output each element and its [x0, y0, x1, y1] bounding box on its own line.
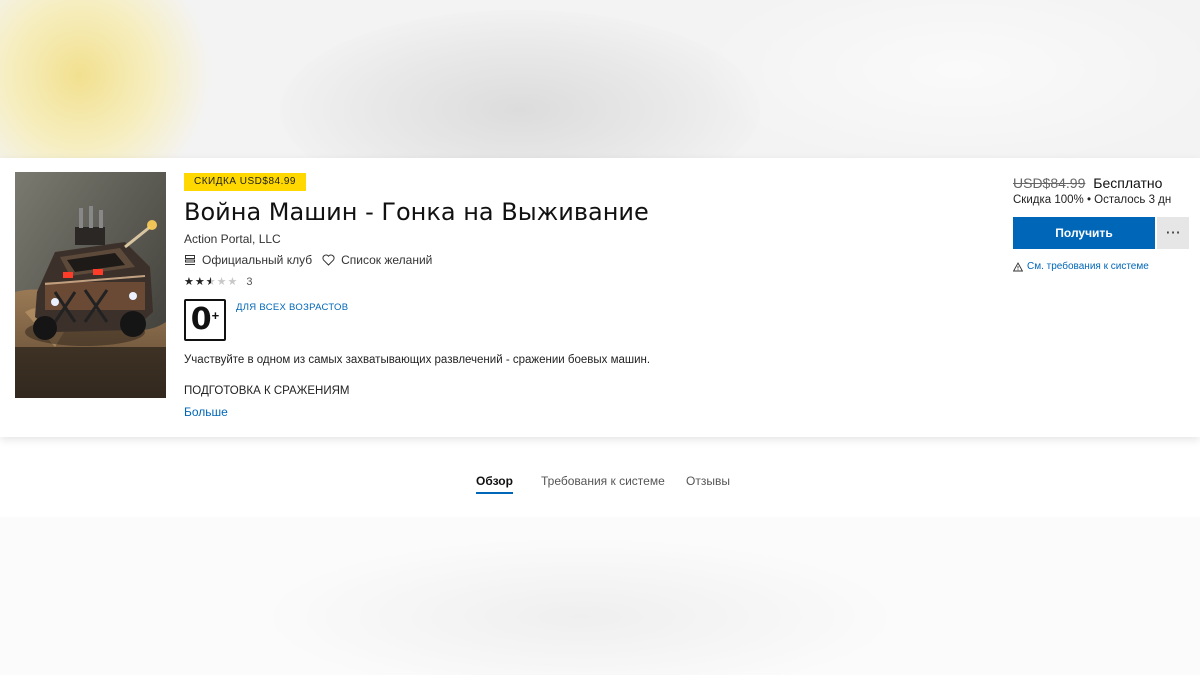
- age-rating-plus: +: [211, 308, 220, 323]
- hero-blur-yellow: [0, 0, 220, 158]
- discount-badge: СКИДКА USD$84.99: [184, 173, 306, 191]
- system-requirements-link[interactable]: См. требования к системе: [1013, 261, 1149, 272]
- price-row: USD$84.99 Бесплатно: [1013, 175, 1162, 191]
- bottom-background: [0, 517, 1200, 675]
- description-section-heading: ПОДГОТОВКА К СРАЖЕНИЯМ: [184, 385, 350, 397]
- hero-blur-gray: [280, 10, 760, 158]
- tab-system-requirements[interactable]: Требования к системе: [541, 474, 665, 488]
- product-card: СКИДКА USD$84.99 Война Машин - Гонка на …: [0, 158, 1200, 437]
- hero-blur-light: [700, 0, 1200, 158]
- heart-icon: [322, 254, 335, 266]
- age-rating-label[interactable]: ДЛЯ ВСЕХ ВОЗРАСТОВ: [236, 302, 348, 313]
- armored-car-illustration: [15, 172, 166, 398]
- age-rating-badge: 0 +: [184, 299, 226, 341]
- discount-info: Скидка 100% • Осталось 3 дн: [1013, 194, 1172, 206]
- system-requirements-label: См. требования к системе: [1027, 261, 1149, 272]
- hero-background: [0, 0, 1200, 158]
- warning-icon: [1013, 261, 1023, 271]
- product-links-row: Официальный клуб Список желаний: [184, 253, 442, 267]
- new-price: Бесплатно: [1093, 175, 1163, 191]
- rating-count: 3: [246, 275, 253, 288]
- official-club-link[interactable]: Официальный клуб: [184, 253, 312, 267]
- wishlist-link[interactable]: Список желаний: [322, 253, 432, 267]
- product-description: Участвуйте в одном из самых захватывающи…: [184, 354, 651, 366]
- more-link[interactable]: Больше: [184, 405, 228, 419]
- tab-overview[interactable]: Обзор: [476, 474, 513, 494]
- publisher-link[interactable]: Action Portal, LLC: [184, 232, 281, 246]
- rating-row[interactable]: ★★★★★ ★★★★★ 3: [184, 275, 253, 289]
- wishlist-label: Список желаний: [341, 253, 433, 267]
- get-button[interactable]: Получить: [1013, 217, 1155, 249]
- tab-reviews[interactable]: Отзывы: [686, 474, 730, 488]
- club-icon: [185, 255, 195, 265]
- product-cover-image: [15, 172, 166, 398]
- old-price: USD$84.99: [1013, 175, 1086, 191]
- product-title: Война Машин - Гонка на Выживание: [184, 198, 649, 226]
- bottom-blur: [260, 537, 900, 675]
- rating-stars: ★★★★★ ★★★★★: [184, 275, 238, 288]
- official-club-label: Официальный клуб: [202, 253, 313, 267]
- age-rating-number: 0: [190, 302, 212, 337]
- product-tabs: Обзор Требования к системе Отзывы: [0, 474, 1200, 496]
- rating-stars-filled: ★★★★★: [184, 276, 211, 288]
- more-options-button[interactable]: ···: [1157, 217, 1189, 249]
